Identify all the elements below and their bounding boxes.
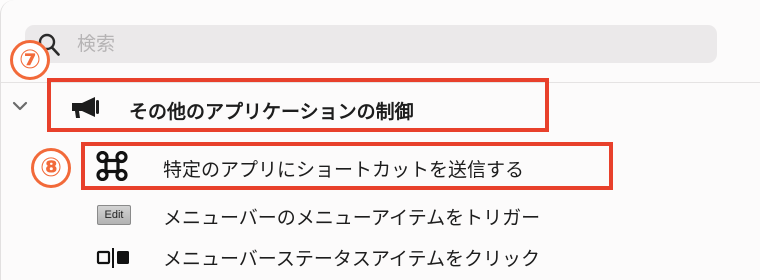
edit-icon: Edit — [97, 205, 131, 225]
command-key-icon — [96, 151, 128, 181]
search-field[interactable] — [25, 25, 717, 63]
search-input[interactable] — [77, 25, 677, 63]
step-badge-7: ⑦ — [10, 40, 50, 80]
status-item-icon — [96, 248, 129, 268]
action-label[interactable]: 特定のアプリにショートカットを送信する — [163, 155, 524, 182]
chevron-down-icon[interactable] — [12, 100, 28, 112]
megaphone-icon — [72, 97, 99, 118]
category-label[interactable]: その他のアプリケーションの制御 — [129, 97, 414, 124]
step-badge-8: ⑧ — [31, 148, 71, 188]
action-picker-panel: その他のアプリケーションの制御 特定のアプリにショートカットを送信する Edit… — [0, 0, 760, 280]
action-label[interactable]: メニューバーのメニューアイテムをトリガー — [163, 203, 540, 230]
action-label[interactable]: メニューバーステータスアイテムをクリック — [163, 244, 540, 271]
